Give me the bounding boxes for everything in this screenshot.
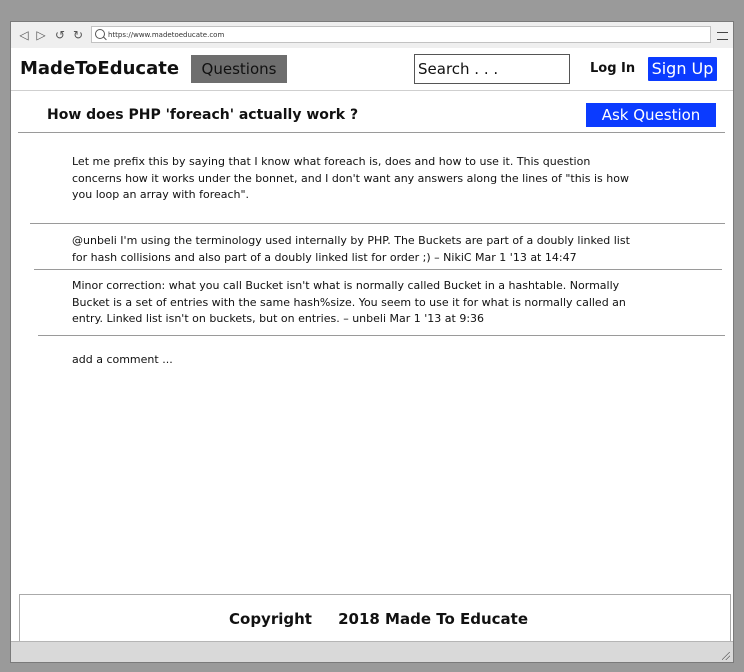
forward-icon[interactable]: ▷	[34, 28, 48, 42]
address-bar[interactable]	[91, 26, 711, 43]
back-icon[interactable]: ◁	[17, 28, 31, 42]
undo-icon[interactable]: ↺	[53, 28, 67, 42]
browser-toolbar: ◁ ▷ ↺ ↻	[11, 22, 733, 49]
page-footer: Copyright 2018 Made To Educate	[19, 594, 731, 642]
comment-1: @unbeli I'm using the terminology used i…	[72, 234, 630, 264]
status-bar	[11, 641, 733, 662]
site-header: MadeToEducate Questions Log In Sign Up	[11, 48, 733, 91]
question-body: Let me prefix this by saying that I know…	[72, 155, 629, 201]
login-link[interactable]: Log In	[590, 61, 635, 76]
body-divider	[30, 223, 725, 224]
add-comment-link[interactable]: add a comment ...	[72, 353, 173, 366]
hamburger-menu-icon[interactable]	[717, 32, 728, 40]
signup-button[interactable]: Sign Up	[648, 57, 717, 81]
brand-logo[interactable]: MadeToEducate	[20, 58, 179, 79]
comment-2: Minor correction: what you call Bucket i…	[72, 279, 626, 325]
resize-grip-icon[interactable]	[722, 652, 730, 660]
browser-window: ◁ ▷ ↺ ↻ MadeToEducate Questions Log In S…	[10, 21, 734, 663]
questions-tab[interactable]: Questions	[191, 55, 287, 83]
question-title: How does PHP 'foreach' actually work ?	[47, 107, 359, 123]
copyright-text: Copyright 2018 Made To Educate	[229, 610, 529, 628]
url-input[interactable]	[108, 27, 698, 42]
title-divider	[18, 132, 725, 133]
comment-divider-1	[34, 269, 722, 270]
search-icon	[95, 29, 105, 39]
search-input[interactable]	[414, 54, 570, 84]
comment-divider-2	[38, 335, 725, 336]
ask-question-button[interactable]: Ask Question	[586, 103, 716, 127]
refresh-icon[interactable]: ↻	[71, 28, 85, 42]
